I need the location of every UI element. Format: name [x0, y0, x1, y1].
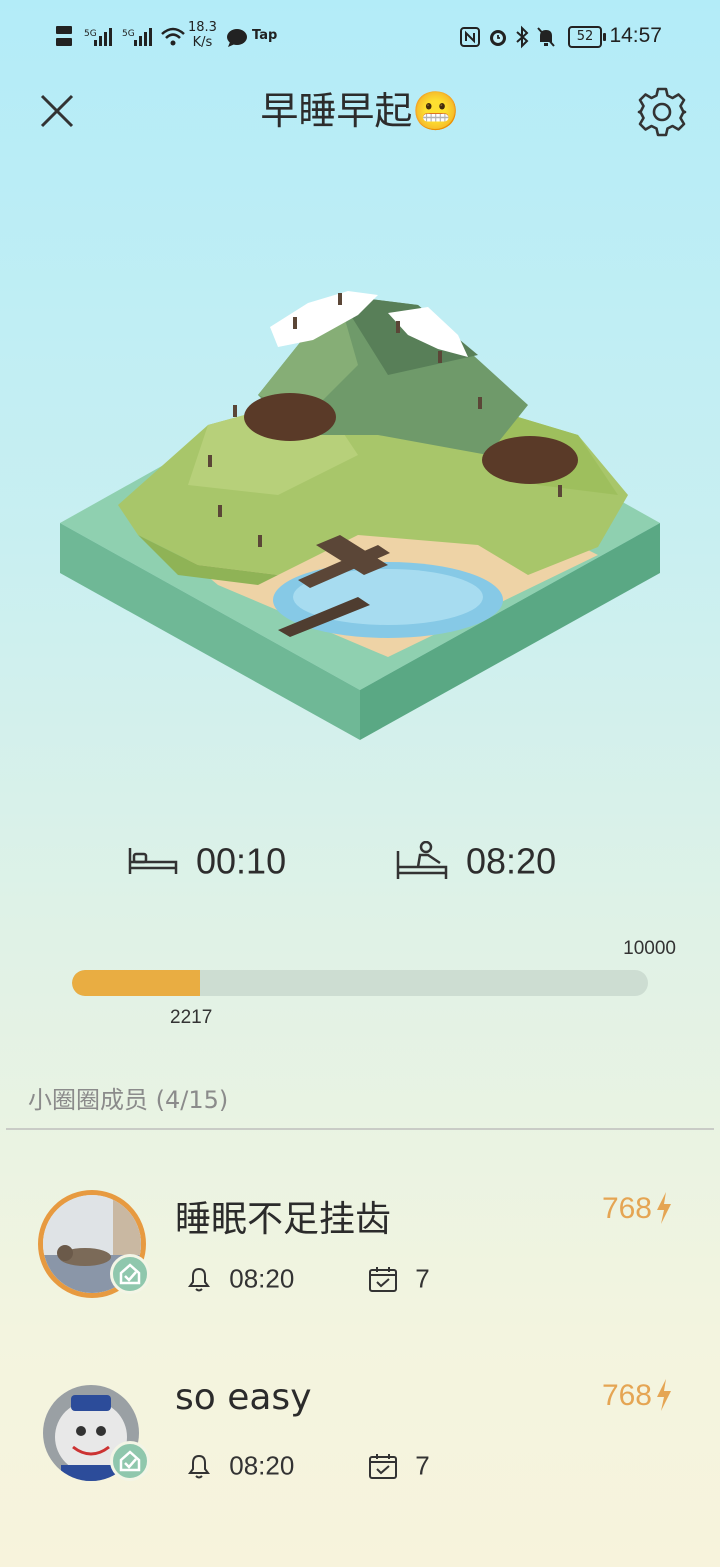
member-alarm: 08:20: [186, 1262, 294, 1295]
wake-time: 08:20: [396, 838, 556, 882]
nfc-icon: [460, 27, 480, 47]
island-illustration: [60, 291, 660, 740]
member-name: 睡眠不足挂齿: [175, 1199, 392, 1240]
member-score: 768: [601, 1379, 652, 1412]
member-days: 7: [368, 1449, 430, 1482]
wifi-icon: [161, 27, 185, 46]
bell-icon: [188, 1455, 210, 1479]
bell-icon: [188, 1268, 210, 1292]
wake-time-value: 08:20: [466, 840, 557, 882]
current-progress-label: 2217: [170, 1007, 213, 1028]
wake-up-icon: [396, 841, 448, 880]
member-alarm-time: 08:20: [229, 1263, 295, 1294]
member-row[interactable]: 睡眠不足挂齿 768 08:20 7: [0, 1190, 720, 1360]
member-score: 768: [601, 1192, 652, 1225]
members-section-title: 小圈圈成员 (4/15): [28, 1086, 229, 1114]
chat-bubble-icon: [227, 29, 247, 47]
member-days: 7: [368, 1262, 430, 1295]
lightning-icon: [657, 1192, 671, 1224]
bluetooth-icon: [516, 25, 529, 49]
status-time: 14:57: [609, 24, 662, 47]
signal-icon: 5G 5G: [56, 26, 152, 46]
verified-badge-icon: [110, 1441, 150, 1481]
settings-gear-icon[interactable]: [636, 86, 688, 138]
alarm-status-icon: [490, 30, 506, 46]
bedtime: 00:10: [128, 838, 286, 882]
member-name: so easy: [175, 1377, 312, 1418]
page-title: 早睡早起😬: [260, 89, 460, 133]
svg-text:5G: 5G: [122, 29, 135, 39]
member-days-count: 7: [415, 1450, 430, 1481]
divider: [6, 1128, 714, 1130]
bedtime-value: 00:10: [196, 840, 287, 882]
tap-app-icon: Tap: [252, 28, 278, 43]
calendar-check-icon: [369, 1267, 397, 1293]
progress-bar: [72, 970, 648, 996]
goal-label: 10000: [623, 938, 676, 959]
status-bar: 5G 5G 18.3 K/s Tap 52 14:57: [0, 0, 720, 72]
network-speed: 18.3 K/s: [188, 20, 217, 50]
member-days-count: 7: [415, 1263, 430, 1294]
lightning-icon: [657, 1379, 671, 1411]
speed-value: 18.3: [188, 20, 217, 35]
verified-badge-icon: [110, 1254, 150, 1294]
member-alarm-time: 08:20: [229, 1450, 295, 1481]
speed-unit: K/s: [192, 35, 213, 50]
calendar-check-icon: [369, 1454, 397, 1480]
progress-fill: [72, 970, 200, 996]
svg-text:5G: 5G: [84, 29, 97, 39]
battery-indicator: 52: [568, 26, 606, 48]
bed-icon: [128, 848, 178, 875]
member-row[interactable]: so easy 768 08:20 7: [0, 1377, 720, 1547]
member-alarm: 08:20: [186, 1449, 294, 1482]
mute-icon: [537, 27, 555, 47]
